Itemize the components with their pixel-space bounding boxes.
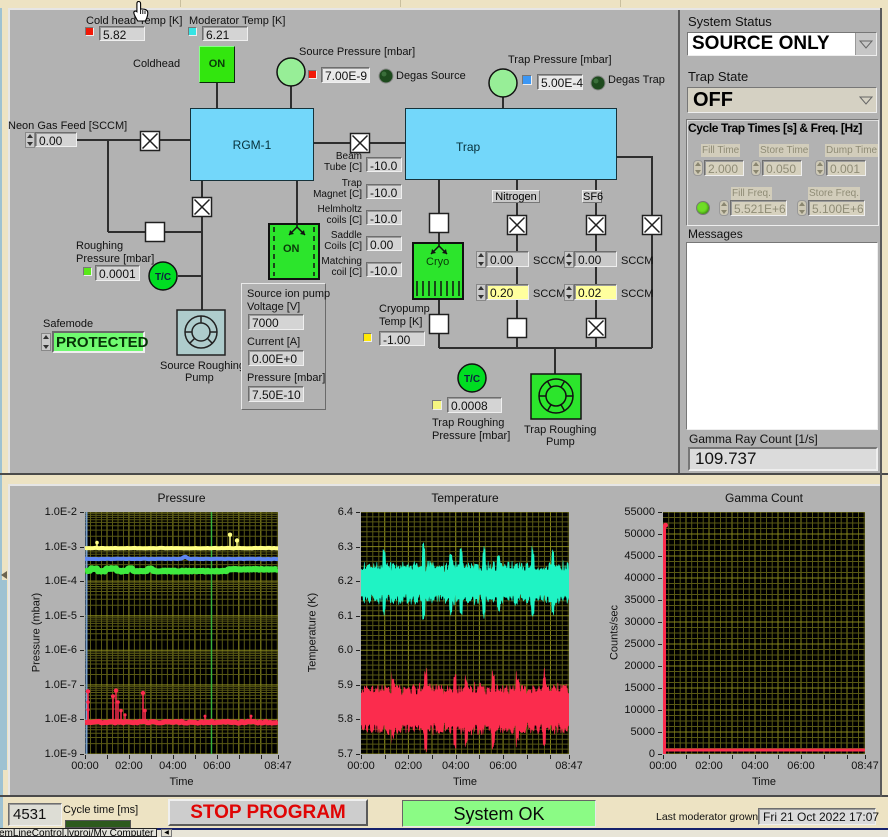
svg-text:T/C: T/C [464, 374, 480, 385]
svg-text:T/C: T/C [155, 272, 171, 283]
